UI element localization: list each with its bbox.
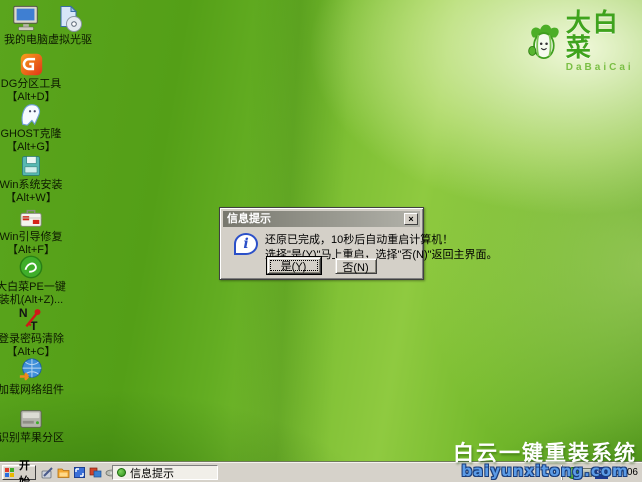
- icon-hotkey: 装机(Alt+Z)...: [0, 295, 63, 306]
- display-settings-icon[interactable]: [89, 466, 102, 479]
- info-dialog: 信息提示 × i 还原已完成，10秒后自动重启计算机！ 选择"是(Y)"马上重启…: [219, 207, 424, 280]
- icon-label: 加载网络组件: [0, 385, 64, 396]
- desktop-icon-network[interactable]: 加载网络组件: [0, 357, 68, 396]
- start-logo-icon: [5, 468, 14, 477]
- file-explorer-icon[interactable]: [57, 466, 70, 479]
- network-globe-icon: [18, 357, 44, 383]
- nt-password-icon: N T: [18, 306, 44, 332]
- icon-label: Win系统安装: [0, 180, 62, 191]
- brand-title: 大白菜: [566, 11, 642, 61]
- watermark-url: baiyunxitong.com: [453, 464, 637, 479]
- ghost-icon: [18, 101, 44, 127]
- icon-label: DG分区工具: [1, 79, 62, 90]
- desktop-icon-boot-repair[interactable]: Win引导修复 【Alt+F】: [0, 206, 68, 256]
- start-button[interactable]: 开始: [2, 465, 36, 480]
- icon-hotkey: 【Alt+G】: [6, 142, 56, 153]
- info-icon: i: [234, 233, 258, 255]
- win-install-icon: [19, 154, 43, 178]
- dialog-titlebar[interactable]: 信息提示 ×: [223, 211, 420, 227]
- desktop-icon-apple-partition[interactable]: 识别苹果分区: [0, 407, 68, 444]
- close-button[interactable]: ×: [404, 213, 418, 225]
- yes-button[interactable]: 是(Y): [267, 257, 321, 274]
- desktop: 大白菜 DaBaiCai 我的电脑 虚拟光驱 DG分区工具 【Al: [0, 0, 642, 482]
- icon-label: 大白菜PE一键: [0, 282, 66, 293]
- icon-label: 虚拟光驱: [48, 35, 92, 46]
- desktop-icon-win-install[interactable]: Win系统安装 【Alt+W】: [0, 154, 68, 204]
- pe-onekey-icon: [18, 254, 44, 280]
- dg-partition-icon: [19, 52, 44, 77]
- dabaicai-logo: 大白菜 DaBaiCai: [526, 11, 642, 73]
- watermark: 白云一键重装系统 baiyunxitong.com: [453, 442, 637, 479]
- start-label: 开始: [16, 457, 33, 482]
- desktop-icon-password-clear[interactable]: N T 登录密码清除 【Alt+C】: [0, 306, 68, 358]
- desktop-icon-virtual-cd[interactable]: 虚拟光驱: [33, 5, 107, 46]
- close-icon: ×: [408, 215, 413, 224]
- icon-hotkey: 【Alt+W】: [5, 193, 57, 204]
- no-button[interactable]: 否(N): [335, 258, 377, 274]
- boot-repair-icon: [18, 206, 44, 230]
- taskbar-item-label: 信息提示: [130, 465, 174, 481]
- svg-text:N: N: [19, 306, 28, 320]
- dialog-title: 信息提示: [227, 211, 404, 227]
- icon-label: 登录密码清除: [0, 334, 64, 345]
- desktop-icon-dg-partition[interactable]: DG分区工具 【Alt+D】: [0, 52, 68, 103]
- virtual-cd-icon: [56, 5, 84, 33]
- brand-subtitle: DaBaiCai: [566, 63, 642, 73]
- icon-label: Win引导修复: [0, 232, 62, 243]
- info-task-icon: [117, 468, 126, 477]
- show-desktop-icon[interactable]: [41, 466, 54, 479]
- taskbar-item-info[interactable]: 信息提示: [112, 465, 218, 480]
- watermark-title: 白云一键重装系统: [453, 442, 637, 463]
- desktop-icon-ghost-clone[interactable]: GHOST克隆 【Alt+G】: [0, 101, 68, 153]
- quick-launch: [41, 466, 118, 479]
- hdd-icon: [18, 407, 44, 431]
- icon-label: GHOST克隆: [0, 129, 61, 140]
- desktop-icon-pe-install[interactable]: 大白菜PE一键 装机(Alt+Z)...: [0, 254, 68, 306]
- screen-capture-icon[interactable]: [73, 466, 86, 479]
- dialog-message-line1: 还原已完成，10秒后自动重启计算机！: [265, 233, 498, 248]
- info-glyph: i: [243, 237, 248, 251]
- cabbage-mascot-icon: [526, 22, 562, 62]
- icon-label: 识别苹果分区: [0, 433, 64, 444]
